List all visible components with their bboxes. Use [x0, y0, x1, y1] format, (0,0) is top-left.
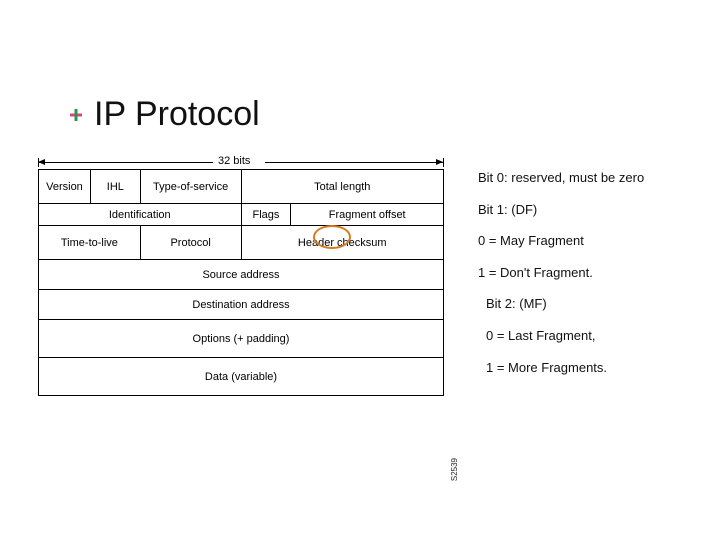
- cell-identification: Identification: [39, 204, 242, 226]
- table-row: Time-to-live Protocol Header checksum: [39, 226, 444, 260]
- table-row: Data (variable): [39, 358, 444, 396]
- note-bit2-0: 0 = Last Fragment,: [478, 328, 706, 344]
- slide-title-block: IP Protocol: [70, 95, 260, 134]
- ip-header-table: Version IHL Type-of-service Total length…: [38, 169, 444, 396]
- table-row: Options (+ padding): [39, 320, 444, 358]
- note-bit2: Bit 2: (MF): [478, 296, 706, 312]
- cell-ihl: IHL: [90, 170, 140, 204]
- title-bullet-icon: [70, 109, 82, 121]
- table-row: Version IHL Type-of-service Total length: [39, 170, 444, 204]
- cell-protocol: Protocol: [140, 226, 241, 260]
- width-arrow-right: [265, 162, 443, 163]
- cell-fragment-offset: Fragment offset: [291, 204, 444, 226]
- table-row: Source address: [39, 260, 444, 290]
- note-bit1: Bit 1: (DF): [478, 202, 706, 218]
- flag-notes: Bit 0: reserved, must be zero Bit 1: (DF…: [478, 170, 706, 391]
- note-bit1-0: 0 = May Fragment: [478, 233, 706, 249]
- cell-options: Options (+ padding): [39, 320, 444, 358]
- cell-version: Version: [39, 170, 91, 204]
- arrow-left-icon: [38, 159, 45, 165]
- cell-flags: Flags: [241, 204, 291, 226]
- cell-data: Data (variable): [39, 358, 444, 396]
- table-row: Destination address: [39, 290, 444, 320]
- bits-width-label: 32 bits: [218, 155, 250, 167]
- cell-checksum: Header checksum: [241, 226, 443, 260]
- arrow-right-icon: [436, 159, 443, 165]
- table-row: Identification Flags Fragment offset: [39, 204, 444, 226]
- slide-title: IP Protocol: [94, 95, 260, 134]
- note-bit2-1: 1 = More Fragments.: [478, 360, 706, 376]
- cell-ttl: Time-to-live: [39, 226, 141, 260]
- tick-right: [443, 158, 444, 167]
- figure-id-label: S2539: [450, 458, 459, 481]
- cell-destination-address: Destination address: [39, 290, 444, 320]
- note-bit1-1: 1 = Don't Fragment.: [478, 265, 706, 281]
- note-bit0: Bit 0: reserved, must be zero: [478, 170, 706, 186]
- width-arrow-left: [38, 162, 213, 163]
- cell-source-address: Source address: [39, 260, 444, 290]
- tick-left: [38, 158, 39, 167]
- cell-total-length: Total length: [241, 170, 443, 204]
- cell-tos: Type-of-service: [140, 170, 241, 204]
